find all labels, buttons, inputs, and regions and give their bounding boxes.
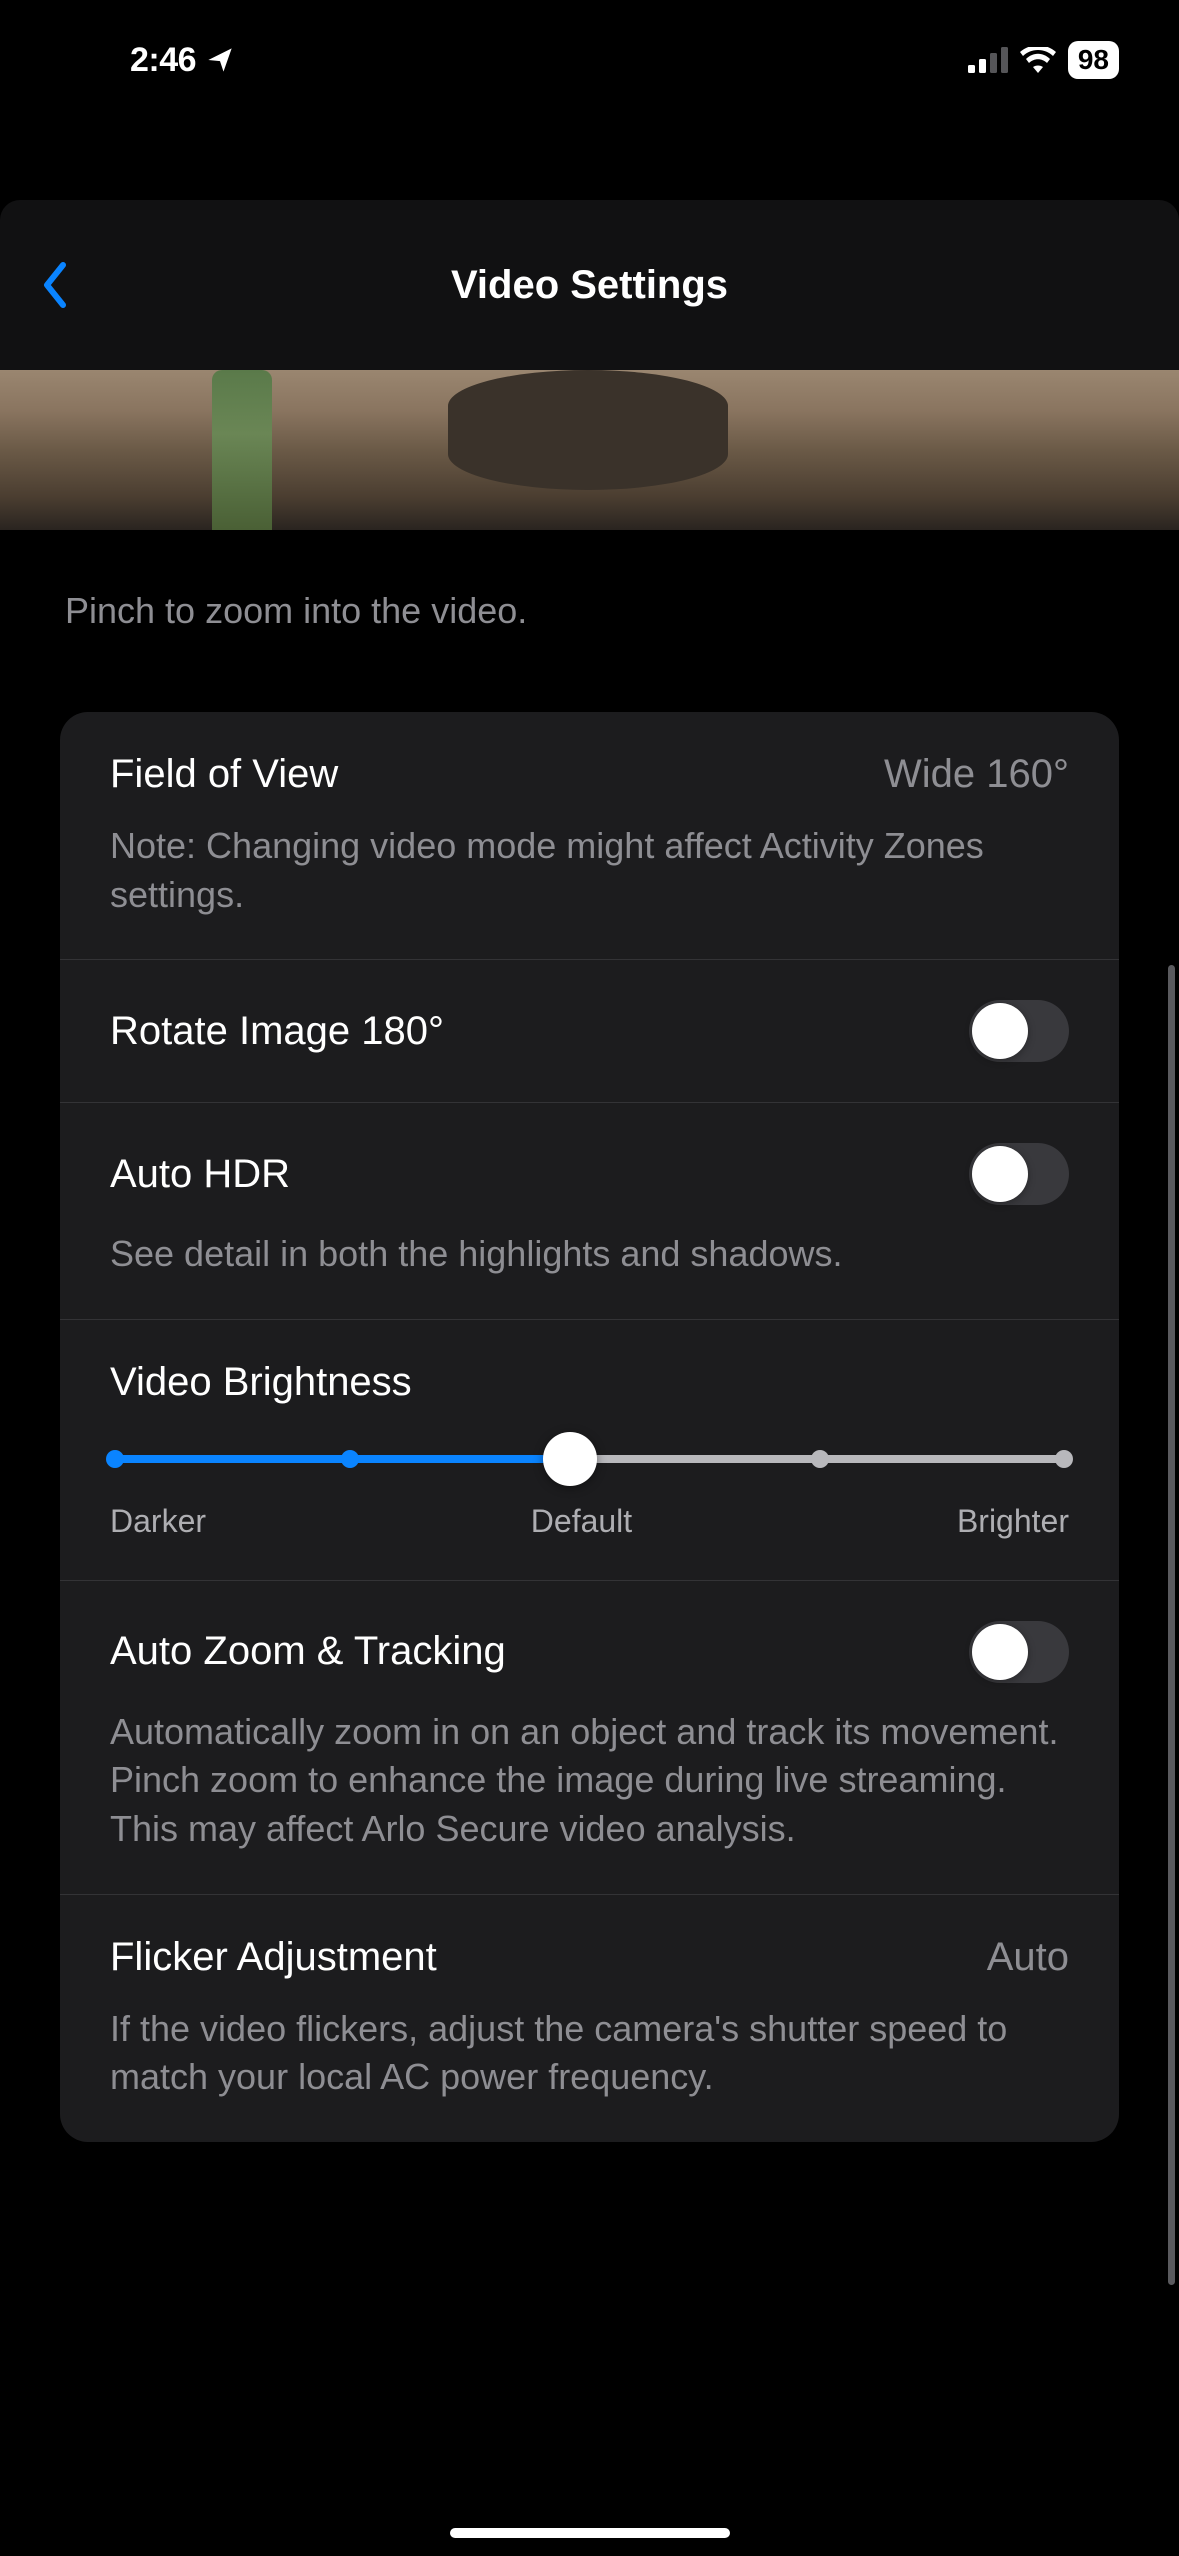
flicker-adjustment-value: Auto — [987, 1935, 1069, 1980]
slider-label-darker: Darker — [110, 1503, 206, 1540]
slider-tick — [341, 1450, 359, 1468]
field-of-view-value: Wide 160° — [884, 752, 1069, 797]
flicker-adjustment-label: Flicker Adjustment — [110, 1935, 437, 1980]
battery-level: 98 — [1078, 44, 1109, 76]
battery-indicator: 98 — [1068, 41, 1119, 79]
toggle-knob — [972, 1003, 1028, 1059]
slider-label-default: Default — [531, 1503, 632, 1540]
settings-card: Field of View Wide 160° Note: Changing v… — [60, 712, 1119, 2142]
slider-labels: Darker Default Brighter — [110, 1503, 1069, 1540]
slider-tick — [1055, 1450, 1073, 1468]
page-title: Video Settings — [0, 263, 1179, 308]
rotate-image-row: Rotate Image 180° — [60, 960, 1119, 1103]
slider-track — [110, 1455, 1069, 1463]
status-left: 2:46 — [130, 41, 234, 80]
brightness-slider[interactable]: Darker Default Brighter — [110, 1455, 1069, 1540]
video-brightness-row: Video Brightness Darker Default Brighter — [60, 1320, 1119, 1581]
auto-hdr-toggle[interactable] — [969, 1143, 1069, 1205]
toggle-knob — [972, 1146, 1028, 1202]
status-bar: 2:46 98 — [0, 0, 1179, 120]
auto-zoom-label: Auto Zoom & Tracking — [110, 1629, 506, 1674]
scroll-indicator[interactable] — [1168, 965, 1175, 2285]
slider-label-brighter: Brighter — [957, 1503, 1069, 1540]
rotate-image-label: Rotate Image 180° — [110, 1009, 444, 1054]
video-brightness-label: Video Brightness — [110, 1360, 412, 1404]
field-of-view-label: Field of View — [110, 752, 338, 797]
status-time: 2:46 — [130, 41, 196, 80]
auto-hdr-desc: See detail in both the highlights and sh… — [110, 1230, 1069, 1279]
pinch-zoom-hint: Pinch to zoom into the video. — [0, 530, 1179, 712]
slider-tick — [106, 1450, 124, 1468]
auto-hdr-row: Auto HDR See detail in both the highligh… — [60, 1103, 1119, 1320]
nav-bar: Video Settings — [0, 200, 1179, 370]
field-of-view-row[interactable]: Field of View Wide 160° Note: Changing v… — [60, 712, 1119, 960]
back-button[interactable] — [25, 255, 85, 315]
location-icon — [206, 46, 234, 74]
auto-zoom-row: Auto Zoom & Tracking Automatically zoom … — [60, 1581, 1119, 1895]
video-preview[interactable] — [0, 370, 1179, 530]
chevron-left-icon — [41, 261, 69, 309]
home-indicator[interactable] — [450, 2528, 730, 2538]
cellular-signal-icon — [968, 47, 1008, 73]
auto-zoom-desc: Automatically zoom in on an object and t… — [110, 1708, 1069, 1854]
flicker-adjustment-row[interactable]: Flicker Adjustment Auto If the video fli… — [60, 1895, 1119, 2142]
status-right: 98 — [968, 41, 1119, 79]
auto-zoom-toggle[interactable] — [969, 1621, 1069, 1683]
toggle-knob — [972, 1624, 1028, 1680]
wifi-icon — [1020, 47, 1056, 73]
rotate-image-toggle[interactable] — [969, 1000, 1069, 1062]
slider-thumb[interactable] — [543, 1432, 597, 1486]
slider-tick — [811, 1450, 829, 1468]
field-of-view-note: Note: Changing video mode might affect A… — [110, 822, 1069, 919]
auto-hdr-label: Auto HDR — [110, 1152, 290, 1197]
flicker-adjustment-desc: If the video flickers, adjust the camera… — [110, 2005, 1069, 2102]
